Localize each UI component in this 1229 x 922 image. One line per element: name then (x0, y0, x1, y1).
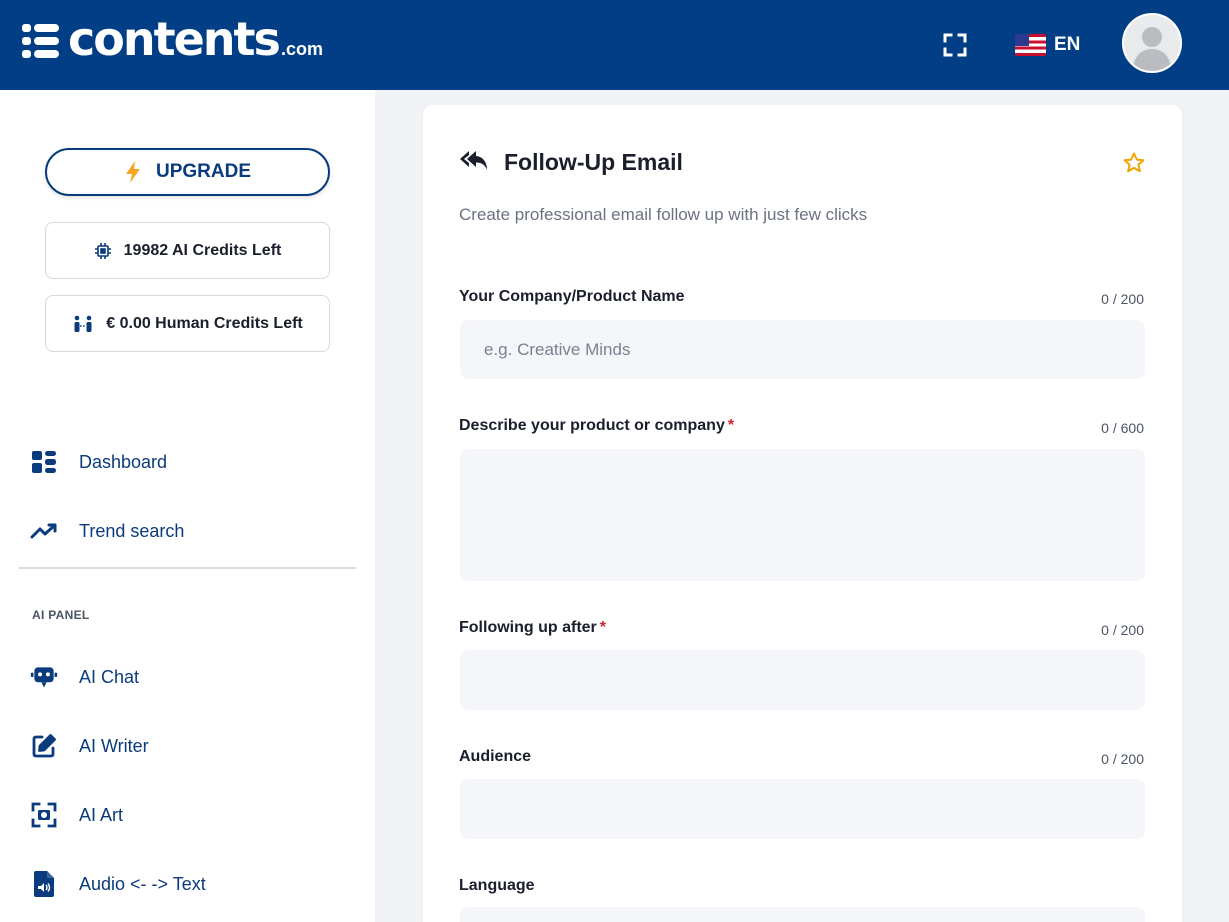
human-credits-label: € 0.00 Human Credits Left (106, 314, 303, 332)
camera-icon (31, 802, 57, 828)
logo-icon (22, 24, 60, 58)
fullscreen-button[interactable] (942, 32, 968, 58)
sidebar-item-label: Dashboard (79, 451, 168, 472)
sidebar-divider (19, 567, 356, 569)
sidebar-item-audio-text[interactable]: Audio <- -> Text (30, 864, 206, 904)
user-avatar-icon (1124, 15, 1180, 71)
ai-credits-box: 19982 AI Credits Left (45, 222, 330, 279)
required-marker: * (727, 417, 735, 434)
page-subtitle: Create professional email follow up with… (459, 205, 868, 224)
audio-file-icon (34, 871, 54, 897)
sidebar-item-ai-writer[interactable]: AI Writer (30, 726, 149, 766)
company-name-counter: 0 / 200 (1101, 291, 1144, 307)
logo[interactable]: contents .com (22, 14, 323, 64)
language-select[interactable] (460, 907, 1145, 922)
description-label: Describe your product or company * (459, 417, 735, 434)
lightning-icon (125, 161, 140, 183)
ai-credits-label: 19982 AI Credits Left (123, 241, 282, 259)
audience-input[interactable] (460, 779, 1145, 839)
page-title: Follow-Up Email (504, 149, 683, 175)
sidebar-item-label: AI Chat (79, 666, 140, 687)
top-bar: contents .com EN (0, 0, 1229, 90)
company-name-input[interactable] (460, 320, 1145, 379)
description-textarea[interactable] (460, 449, 1145, 581)
sidebar-item-ai-art[interactable]: AI Art (30, 795, 123, 835)
audience-label: Audience (459, 748, 532, 765)
description-counter: 0 / 600 (1101, 420, 1144, 436)
following-up-counter: 0 / 200 (1101, 622, 1144, 638)
reply-all-icon (460, 151, 487, 170)
sidebar-item-label: AI Art (79, 804, 124, 825)
us-flag-icon (1015, 34, 1046, 56)
audience-counter: 0 / 200 (1101, 751, 1144, 767)
fullscreen-icon (943, 33, 967, 57)
dashboard-icon (32, 451, 56, 473)
edit-icon (32, 734, 56, 758)
robot-icon (30, 667, 58, 688)
company-name-label: Your Company/Product Name (459, 288, 685, 305)
logo-suffix: .com (280, 39, 323, 59)
chip-icon (94, 242, 111, 259)
avatar[interactable] (1122, 13, 1182, 73)
star-icon (1123, 152, 1145, 173)
sidebar-item-label: Audio <- -> Text (79, 873, 206, 894)
trend-icon (30, 523, 57, 539)
human-credits-box: € 0.00 Human Credits Left (45, 295, 330, 352)
following-up-label: Following up after * (459, 619, 606, 636)
sidebar-item-trend-search[interactable]: Trend search (30, 511, 184, 551)
sidebar-item-label: AI Writer (79, 735, 149, 756)
form-card: Follow-Up Email Create professional emai… (423, 105, 1182, 922)
people-icon (74, 315, 92, 332)
sidebar: UPGRADE 19982 AI Credits Left € 0.00 Hum… (0, 90, 375, 922)
language-selector[interactable]: EN (1015, 32, 1080, 58)
required-marker: * (599, 619, 606, 636)
favorite-button[interactable] (1122, 151, 1146, 175)
sidebar-item-ai-chat[interactable]: AI Chat (30, 657, 139, 697)
logo-text: contents (68, 12, 281, 66)
sidebar-item-dashboard[interactable]: Dashboard (30, 442, 167, 482)
sidebar-item-label: Trend search (79, 520, 185, 541)
language-label: EN (1054, 34, 1081, 55)
following-up-input[interactable] (460, 650, 1145, 710)
ai-panel-heading: AI PANEL (32, 608, 90, 622)
upgrade-button[interactable]: UPGRADE (45, 148, 330, 196)
upgrade-label: UPGRADE (155, 161, 251, 182)
language-label: Language (459, 877, 535, 894)
